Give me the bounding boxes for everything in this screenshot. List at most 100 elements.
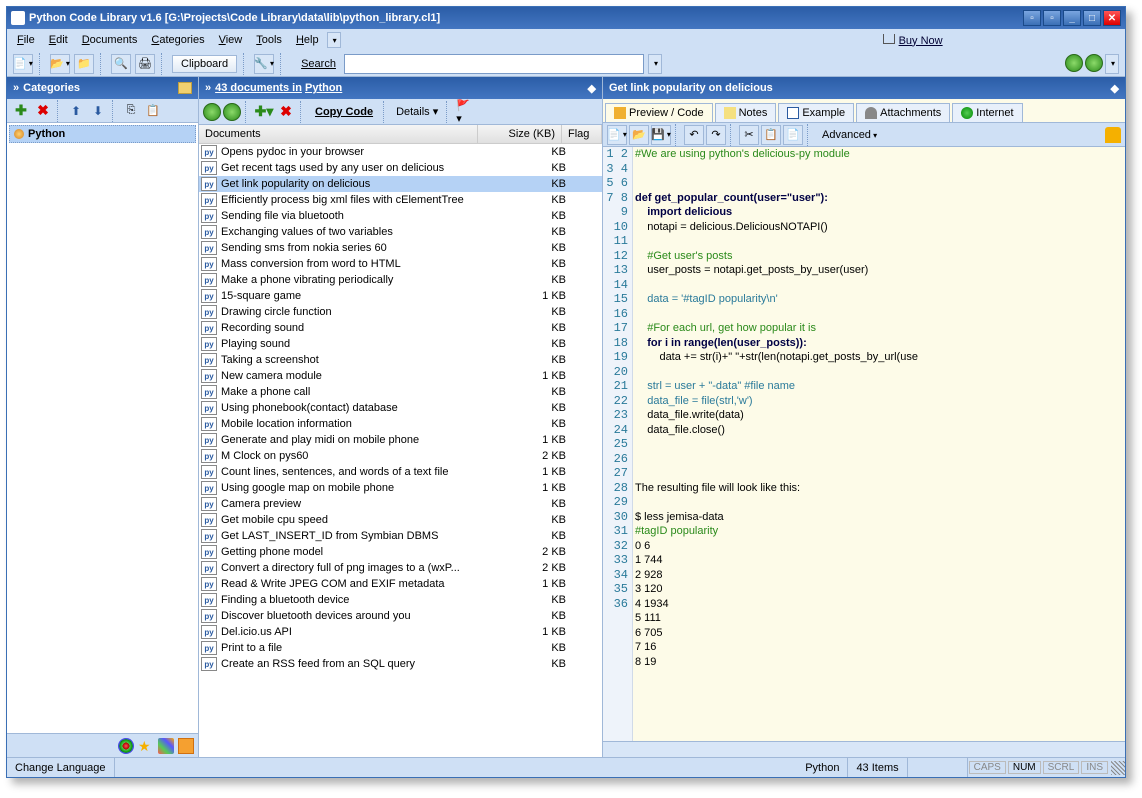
document-row[interactable]: pyM Clock on pys602 KB — [199, 448, 602, 464]
document-list-header[interactable]: Documents Size (KB) Flag — [199, 125, 602, 144]
window-maximize-button[interactable]: □ — [1083, 10, 1101, 26]
print-button[interactable]: 🖨 — [135, 54, 155, 74]
window-close-button[interactable]: ✕ — [1103, 10, 1121, 26]
document-row[interactable]: pyDiscover bluetooth devices around youK… — [199, 608, 602, 624]
menu-view[interactable]: View — [213, 32, 249, 48]
menu-help[interactable]: Help — [290, 32, 325, 48]
ed-undo[interactable]: ↶ — [684, 125, 704, 145]
details-button[interactable]: Details ▾ — [392, 103, 442, 120]
document-row[interactable]: pyTaking a screenshotKB — [199, 352, 602, 368]
document-row[interactable]: pyUsing google map on mobile phone1 KB — [199, 480, 602, 496]
tab-preview-code[interactable]: Preview / Code — [605, 103, 713, 122]
nav-back-button[interactable] — [1065, 54, 1083, 72]
preview-button[interactable]: 🔍 — [111, 54, 131, 74]
nav-fwd-button[interactable] — [1085, 54, 1103, 72]
ed-new[interactable]: 📄 — [607, 125, 627, 145]
titlebar[interactable]: Python Code Library v1.6 [G:\Projects\Co… — [7, 7, 1125, 29]
document-row[interactable]: pyMake a phone vibrating periodicallyKB — [199, 272, 602, 288]
menu-documents[interactable]: Documents — [76, 32, 144, 48]
clipboard-button[interactable]: Clipboard — [172, 55, 237, 73]
ed-cut[interactable]: ✂ — [739, 125, 759, 145]
document-row[interactable]: pyCount lines, sentences, and words of a… — [199, 464, 602, 480]
book-icon[interactable] — [178, 738, 194, 754]
window-max1-button[interactable]: ▫ — [1043, 10, 1061, 26]
document-row[interactable]: pyGet LAST_INSERT_ID from Symbian DBMSKB — [199, 528, 602, 544]
document-row[interactable]: pyGet link popularity on deliciousKB — [199, 176, 602, 192]
document-row[interactable]: pyRecording soundKB — [199, 320, 602, 336]
search-dd[interactable] — [648, 54, 662, 74]
star-icon[interactable]: ★ — [138, 738, 154, 754]
delete-doc-button[interactable]: ✖ — [276, 102, 296, 122]
document-row[interactable]: pyConvert a directory full of png images… — [199, 560, 602, 576]
lock-icon[interactable] — [1105, 127, 1121, 143]
document-row[interactable]: pyMass conversion from word to HTMLKB — [199, 256, 602, 272]
document-row[interactable]: pySending sms from nokia series 60KB — [199, 240, 602, 256]
document-row[interactable]: pyOpens pydoc in your browserKB — [199, 144, 602, 160]
menu-edit[interactable]: Edit — [43, 32, 74, 48]
doc-nav-back[interactable] — [203, 103, 221, 121]
document-row[interactable]: pyRead & Write JPEG COM and EXIF metadat… — [199, 576, 602, 592]
col-documents[interactable]: Documents — [199, 125, 478, 143]
category-tree[interactable]: Python — [7, 123, 198, 733]
document-row[interactable]: pyGet recent tags used by any user on de… — [199, 160, 602, 176]
document-row[interactable]: pyDel.icio.us API1 KB — [199, 624, 602, 640]
menu-tools[interactable]: Tools — [250, 32, 288, 48]
ed-copy[interactable]: 📋 — [761, 125, 781, 145]
people-icon[interactable] — [118, 738, 134, 754]
cat-btn1[interactable]: ⎘ — [121, 101, 141, 121]
document-row[interactable]: pyExchanging values of two variablesKB — [199, 224, 602, 240]
add-category-button[interactable]: ✚ — [11, 101, 31, 121]
new-button[interactable]: 📄 — [13, 54, 33, 74]
folder-icon[interactable] — [178, 82, 192, 94]
document-row[interactable]: pyFinding a bluetooth deviceKB — [199, 592, 602, 608]
doc-nav-fwd[interactable] — [223, 103, 241, 121]
nav-dd[interactable] — [1105, 54, 1119, 74]
document-row[interactable]: pyUsing phonebook(contact) databaseKB — [199, 400, 602, 416]
horizontal-scrollbar[interactable] — [603, 741, 1125, 757]
window-minimize-button[interactable]: _ — [1063, 10, 1081, 26]
menu-file[interactable]: File — [11, 32, 41, 48]
copy-code-button[interactable]: Copy Code — [309, 104, 379, 120]
document-row[interactable]: pyGet mobile cpu speedKB — [199, 512, 602, 528]
document-row[interactable]: pyCamera previewKB — [199, 496, 602, 512]
document-row[interactable]: pyMobile location informationKB — [199, 416, 602, 432]
collapse-icon[interactable]: ◆ — [1111, 82, 1119, 95]
document-row[interactable]: pyGetting phone model2 KB — [199, 544, 602, 560]
collapse-icon[interactable]: ◆ — [588, 82, 596, 95]
add-doc-button[interactable]: ✚▾ — [254, 102, 274, 122]
open-button[interactable]: 📂 — [50, 54, 70, 74]
change-language[interactable]: Change Language — [7, 758, 115, 777]
advanced-button[interactable]: Advanced — [816, 127, 883, 143]
document-row[interactable]: pyGenerate and play midi on mobile phone… — [199, 432, 602, 448]
move-up-button[interactable]: ⬆ — [66, 101, 86, 121]
ed-save[interactable]: 💾 — [651, 125, 671, 145]
ed-paste[interactable]: 📄 — [783, 125, 803, 145]
col-flag[interactable]: Flag — [562, 125, 602, 143]
document-row[interactable]: pyPrint to a fileKB — [199, 640, 602, 656]
cat-btn2[interactable]: 📋 — [143, 101, 163, 121]
tab-attachments[interactable]: Attachments — [856, 103, 950, 122]
document-row[interactable]: pyPlaying soundKB — [199, 336, 602, 352]
window-min1-button[interactable]: ▫ — [1023, 10, 1041, 26]
tree-item-python[interactable]: Python — [9, 125, 196, 143]
resize-grip[interactable] — [1111, 761, 1125, 775]
menu-overflow[interactable] — [327, 32, 341, 48]
delete-category-button[interactable]: ✖ — [33, 101, 53, 121]
document-row[interactable]: pySending file via bluetoothKB — [199, 208, 602, 224]
search-input[interactable] — [344, 54, 644, 74]
doc-flag-button[interactable]: 🚩▾ — [455, 102, 475, 122]
document-list[interactable]: Documents Size (KB) Flag pyOpens pydoc i… — [199, 125, 602, 757]
folder-button[interactable]: 📁 — [74, 54, 94, 74]
document-row[interactable]: py15-square game1 KB — [199, 288, 602, 304]
move-down-button[interactable]: ⬇ — [88, 101, 108, 121]
document-row[interactable]: pyEfficiently process big xml files with… — [199, 192, 602, 208]
document-row[interactable]: pyMake a phone callKB — [199, 384, 602, 400]
document-row[interactable]: pyDrawing circle functionKB — [199, 304, 602, 320]
tools-button[interactable]: 🔧 — [254, 54, 274, 74]
col-size[interactable]: Size (KB) — [478, 125, 562, 143]
search-label[interactable]: Search — [301, 58, 336, 70]
ed-redo[interactable]: ↷ — [706, 125, 726, 145]
tab-notes[interactable]: Notes — [715, 103, 777, 122]
code-editor[interactable]: 1 2 3 4 5 6 7 8 9 10 11 12 13 14 15 16 1… — [603, 147, 1125, 741]
tab-example[interactable]: Example — [778, 103, 854, 122]
